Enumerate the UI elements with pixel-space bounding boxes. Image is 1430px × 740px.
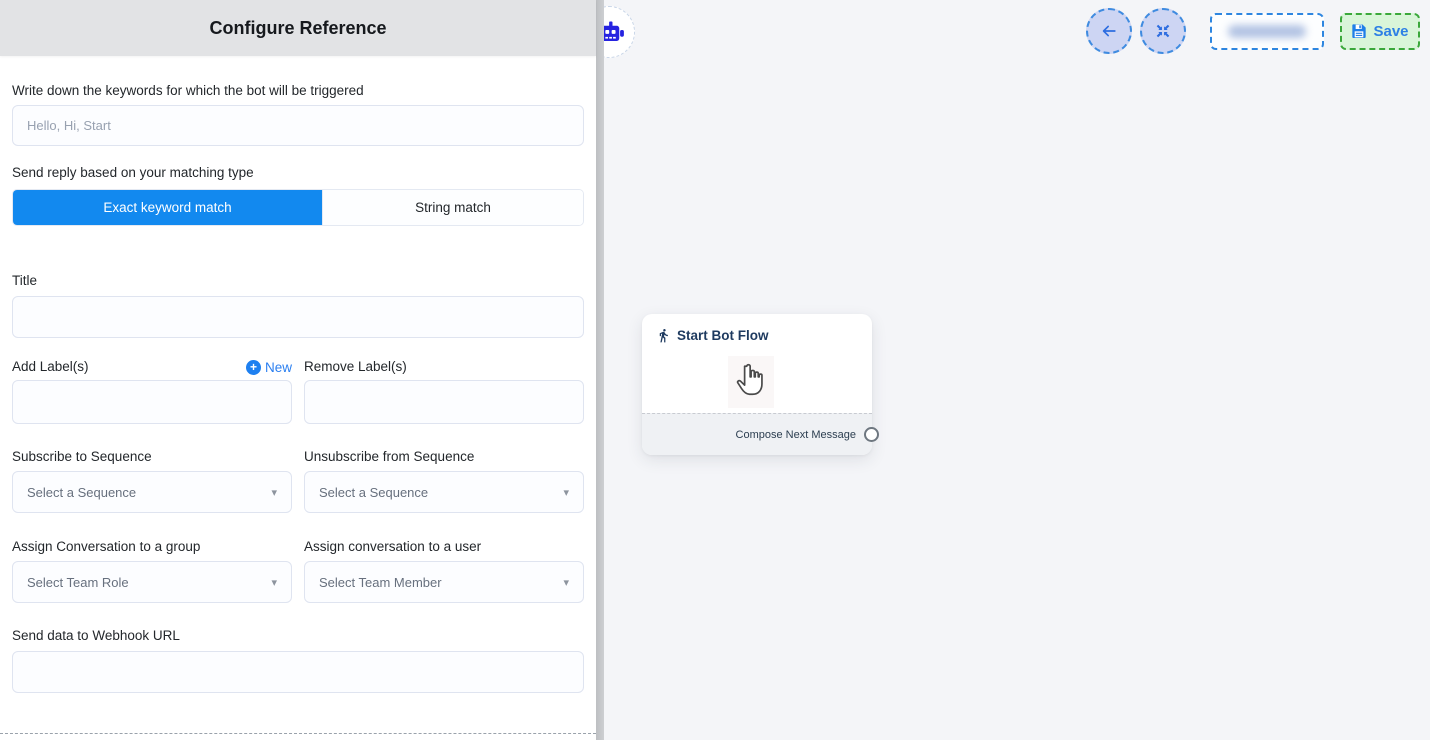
assign-user-value: Select Team Member bbox=[319, 575, 442, 590]
webhook-label: Send data to Webhook URL bbox=[12, 628, 584, 644]
subscribe-sequence-select[interactable]: Select a Sequence ▾ bbox=[12, 471, 292, 513]
arrow-left-icon bbox=[1099, 21, 1119, 41]
panel-header: Configure Reference bbox=[0, 0, 596, 56]
save-button[interactable]: Save bbox=[1340, 13, 1420, 50]
webhook-input[interactable] bbox=[12, 651, 584, 693]
chevron-down-icon: ▾ bbox=[271, 486, 277, 499]
assign-group-value: Select Team Role bbox=[27, 575, 129, 590]
node-footer: Compose Next Message bbox=[642, 413, 872, 455]
floppy-disk-icon bbox=[1351, 23, 1367, 39]
node-header: Start Bot Flow bbox=[642, 314, 872, 343]
node-title: Start Bot Flow bbox=[677, 328, 769, 343]
compose-next-message-label: Compose Next Message bbox=[736, 429, 856, 441]
subscribe-sequence-label: Subscribe to Sequence bbox=[12, 449, 292, 465]
chevron-down-icon: ▾ bbox=[563, 486, 569, 499]
title-label: Title bbox=[12, 273, 584, 289]
plus-circle-icon: + bbox=[246, 360, 261, 375]
remove-labels-input[interactable] bbox=[304, 380, 584, 424]
page-title: Configure Reference bbox=[209, 18, 386, 39]
add-labels-label: Add Label(s) bbox=[12, 359, 89, 375]
start-bot-flow-node[interactable]: Start Bot Flow Compose Next Message bbox=[642, 314, 872, 455]
assign-user-label: Assign conversation to a user bbox=[304, 539, 584, 555]
tab-exact-keyword-match[interactable]: Exact keyword match bbox=[13, 190, 322, 225]
subscribe-sequence-value: Select a Sequence bbox=[27, 485, 136, 500]
assign-user-select[interactable]: Select Team Member ▾ bbox=[304, 561, 584, 603]
unsubscribe-sequence-select[interactable]: Select a Sequence ▾ bbox=[304, 471, 584, 513]
new-label-text: New bbox=[265, 360, 292, 375]
panel-section-divider bbox=[0, 733, 596, 734]
title-input[interactable] bbox=[12, 296, 584, 338]
keywords-label: Write down the keywords for which the bo… bbox=[12, 83, 584, 99]
remove-labels-label: Remove Label(s) bbox=[304, 359, 407, 375]
hand-pointer-cursor bbox=[728, 356, 774, 408]
configure-reference-panel: Configure Reference Write down the keywo… bbox=[0, 0, 596, 740]
assign-group-select[interactable]: Select Team Role ▾ bbox=[12, 561, 292, 603]
chevron-down-icon: ▾ bbox=[563, 576, 569, 589]
blurred-action-button[interactable] bbox=[1210, 13, 1324, 50]
assign-group-label: Assign Conversation to a group bbox=[12, 539, 292, 555]
fit-view-button[interactable] bbox=[1140, 8, 1186, 54]
keywords-input[interactable] bbox=[12, 105, 584, 146]
panel-body: Write down the keywords for which the bo… bbox=[0, 83, 596, 693]
add-labels-input[interactable] bbox=[12, 380, 292, 424]
back-button[interactable] bbox=[1086, 8, 1132, 54]
canvas-toolbar: Save bbox=[1078, 8, 1420, 54]
unsubscribe-sequence-value: Select a Sequence bbox=[319, 485, 428, 500]
fit-view-icon bbox=[1154, 22, 1172, 40]
unsubscribe-sequence-label: Unsubscribe from Sequence bbox=[304, 449, 584, 465]
new-label-link[interactable]: + New bbox=[246, 360, 292, 375]
tab-string-match[interactable]: String match bbox=[322, 190, 583, 225]
matching-type-toggle: Exact keyword match String match bbox=[12, 189, 584, 226]
save-button-label: Save bbox=[1373, 23, 1408, 40]
panel-scrollbar[interactable] bbox=[596, 0, 604, 740]
blurred-label bbox=[1228, 25, 1306, 38]
chevron-down-icon: ▾ bbox=[271, 576, 277, 589]
connection-handle[interactable] bbox=[864, 427, 879, 442]
matching-type-label: Send reply based on your matching type bbox=[12, 165, 584, 181]
walking-person-icon bbox=[656, 328, 671, 343]
